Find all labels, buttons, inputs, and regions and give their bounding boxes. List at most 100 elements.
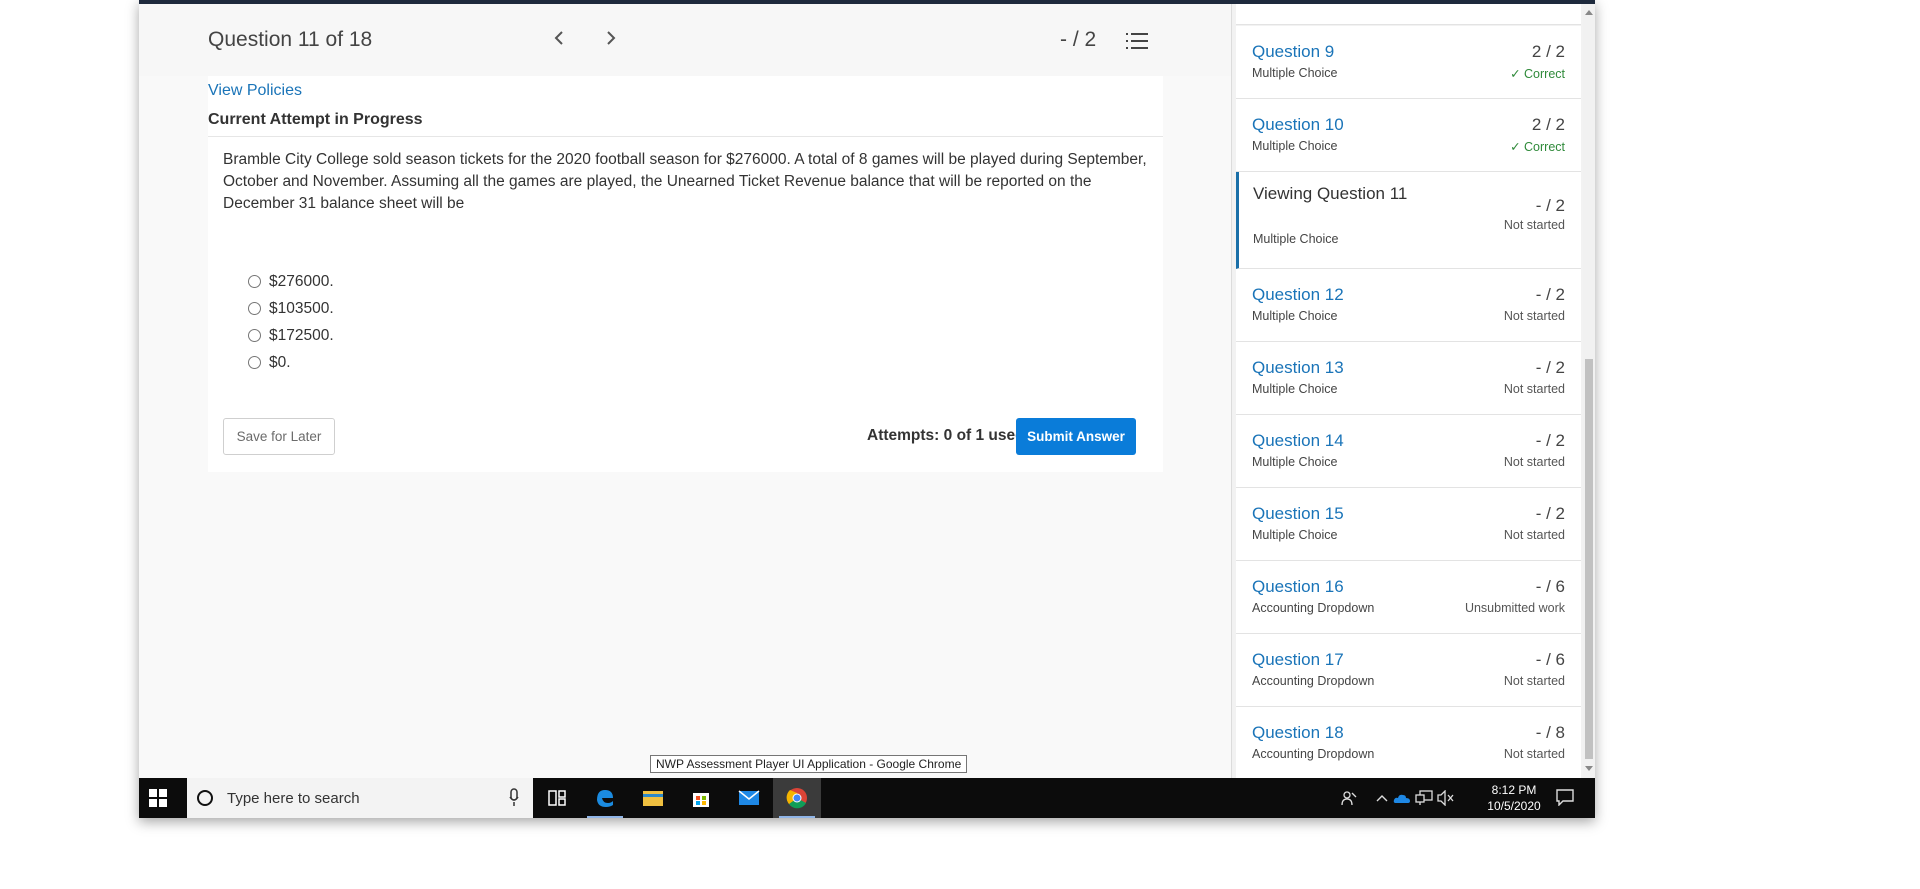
question-status: Unsubmitted work [1464,601,1565,615]
question-list-icon[interactable] [1126,32,1148,50]
question-status: Not started [1503,309,1565,323]
question-points: - / 2 [1535,196,1565,215]
sidebar-question-item[interactable]: Question 10 Multiple Choice 2 / 2 ✓ Correct [1236,99,1581,172]
attempts-counter: Attempts: 0 of 1 used [867,427,1025,444]
question-status: Not started [1503,455,1565,469]
answer-option[interactable]: $103500. [248,295,334,322]
question-name: Question 12 [1252,285,1344,304]
view-policies-link[interactable]: View Policies [208,82,302,100]
question-points: 2 / 2 [1531,115,1565,134]
clock-date: 10/5/2020 [1487,799,1541,813]
chrome-icon[interactable] [773,778,821,818]
main-panel: Question 11 of 18 - / 2 View Policies Cu… [139,4,1231,778]
question-name: Question 17 [1252,650,1344,669]
cortana-icon [197,790,213,806]
question-name: Question 15 [1252,504,1344,523]
chevron-left-icon [554,31,563,45]
radio-button[interactable] [248,356,261,369]
radio-button[interactable] [248,275,261,288]
question-status: Not started [1503,218,1565,232]
people-icon[interactable] [1339,788,1359,808]
sidebar-item-partial [1236,4,1581,25]
window-tooltip: NWP Assessment Player UI Application - G… [650,755,968,773]
sidebar-question-item[interactable]: Question 12 Multiple Choice - / 2 Not start… [1236,269,1581,342]
chevron-up-icon[interactable] [1375,788,1389,808]
question-name: Question 14 [1252,431,1344,450]
mail-icon[interactable] [725,778,773,818]
question-text: Bramble City College sold season tickets… [223,151,1147,212]
question-points: - / 6 [1535,577,1565,596]
question-name: Question 16 [1252,577,1344,596]
option-label: $276000. [269,272,334,290]
divider [208,136,1163,137]
submit-answer-button[interactable]: Submit Answer [1016,418,1136,455]
taskbar-search-box[interactable]: Type here to search [187,778,533,818]
previous-question-button[interactable] [546,26,572,52]
sidebar-question-item[interactable]: Viewing Question 11 Multiple Choice - / 2 N… [1236,172,1581,269]
sidebar-question-item[interactable]: Question 18 Accounting Dropdown - / 8 Not s… [1236,707,1581,778]
sidebar-question-item[interactable]: Question 13 Multiple Choice - / 2 Not start… [1236,342,1581,415]
onedrive-icon[interactable] [1393,788,1411,808]
volume-muted-icon[interactable] [1437,788,1455,808]
sidebar-scrollbar[interactable] [1583,4,1595,778]
sidebar-question-item[interactable]: Question 15 Multiple Choice - / 2 Not start… [1236,488,1581,561]
sidebar-question-item[interactable]: Question 16 Accounting Dropdown - / 6 Unsub… [1236,561,1581,634]
radio-button[interactable] [248,302,261,315]
option-label: $172500. [269,326,334,344]
question-sidebar: Question 9 Multiple Choice 2 / 2 ✓ Correct Q… [1231,4,1595,778]
system-clock[interactable]: 8:12 PM 10/5/2020 [1481,782,1547,814]
edge-browser-icon[interactable] [581,778,629,818]
question-status: Not started [1503,747,1565,761]
question-points: - / 2 [1535,358,1565,377]
question-points: - / 2 [1535,285,1565,304]
network-icon[interactable] [1415,788,1433,808]
clock-time: 8:12 PM [1491,783,1537,797]
search-placeholder: Type here to search [227,790,360,807]
question-name: Question 10 [1252,115,1344,134]
question-points: - / 6 [1535,650,1565,669]
radio-button[interactable] [248,329,261,342]
microphone-icon[interactable] [509,788,519,808]
answer-option[interactable]: $0. [248,349,334,376]
question-type: Multiple Choice [1252,382,1338,396]
question-status: Not started [1503,528,1565,542]
question-points: - / 2 [1535,504,1565,523]
sidebar-question-item[interactable]: Question 17 Accounting Dropdown - / 6 Not s… [1236,634,1581,707]
sidebar-question-item[interactable]: Question 14 Multiple Choice - / 2 Not start… [1236,415,1581,488]
scroll-down-arrow-icon[interactable] [1585,766,1593,771]
windows-start-icon[interactable] [149,789,167,807]
sidebar-question-item[interactable]: Question 9 Multiple Choice 2 / 2 ✓ Correct [1236,26,1581,99]
store-icon[interactable] [677,778,725,818]
chevron-right-icon [607,31,616,45]
question-type: Accounting Dropdown [1252,674,1375,688]
task-view-icon[interactable] [533,778,581,818]
question-score: - / 2 [1060,28,1097,51]
question-type: Accounting Dropdown [1252,601,1375,615]
scroll-thumb[interactable] [1585,359,1593,759]
question-type: Multiple Choice [1252,66,1338,80]
question-type: Multiple Choice [1252,309,1338,323]
question-type: Multiple Choice [1252,139,1338,153]
option-label: $103500. [269,299,334,317]
attempt-heading: Current Attempt in Progress [208,111,423,128]
file-explorer-icon[interactable] [629,778,677,818]
answer-option[interactable]: $276000. [248,268,334,295]
question-name: Question 18 [1252,723,1344,742]
scroll-up-arrow-icon[interactable] [1585,10,1593,15]
answer-option[interactable]: $172500. [248,322,334,349]
next-question-button[interactable] [598,26,624,52]
save-for-later-button[interactable]: Save for Later [223,418,335,455]
question-name: Question 9 [1252,42,1335,61]
question-type: Multiple Choice [1252,455,1338,469]
question-type: Multiple Choice [1252,528,1338,542]
action-center-icon[interactable] [1555,788,1575,806]
question-list: Question 9 Multiple Choice 2 / 2 ✓ Correct Q… [1236,26,1581,778]
question-status: Not started [1503,674,1565,688]
question-type: Accounting Dropdown [1252,747,1375,761]
question-points: - / 8 [1535,723,1565,742]
question-status: ✓ Correct [1510,140,1565,154]
question-points: - / 2 [1535,431,1565,450]
question-status: Not started [1503,382,1565,396]
windows-taskbar: Type here to search 8:12 PM 10/5/2020 [139,778,1595,818]
question-title: Question 11 of 18 [208,28,373,51]
